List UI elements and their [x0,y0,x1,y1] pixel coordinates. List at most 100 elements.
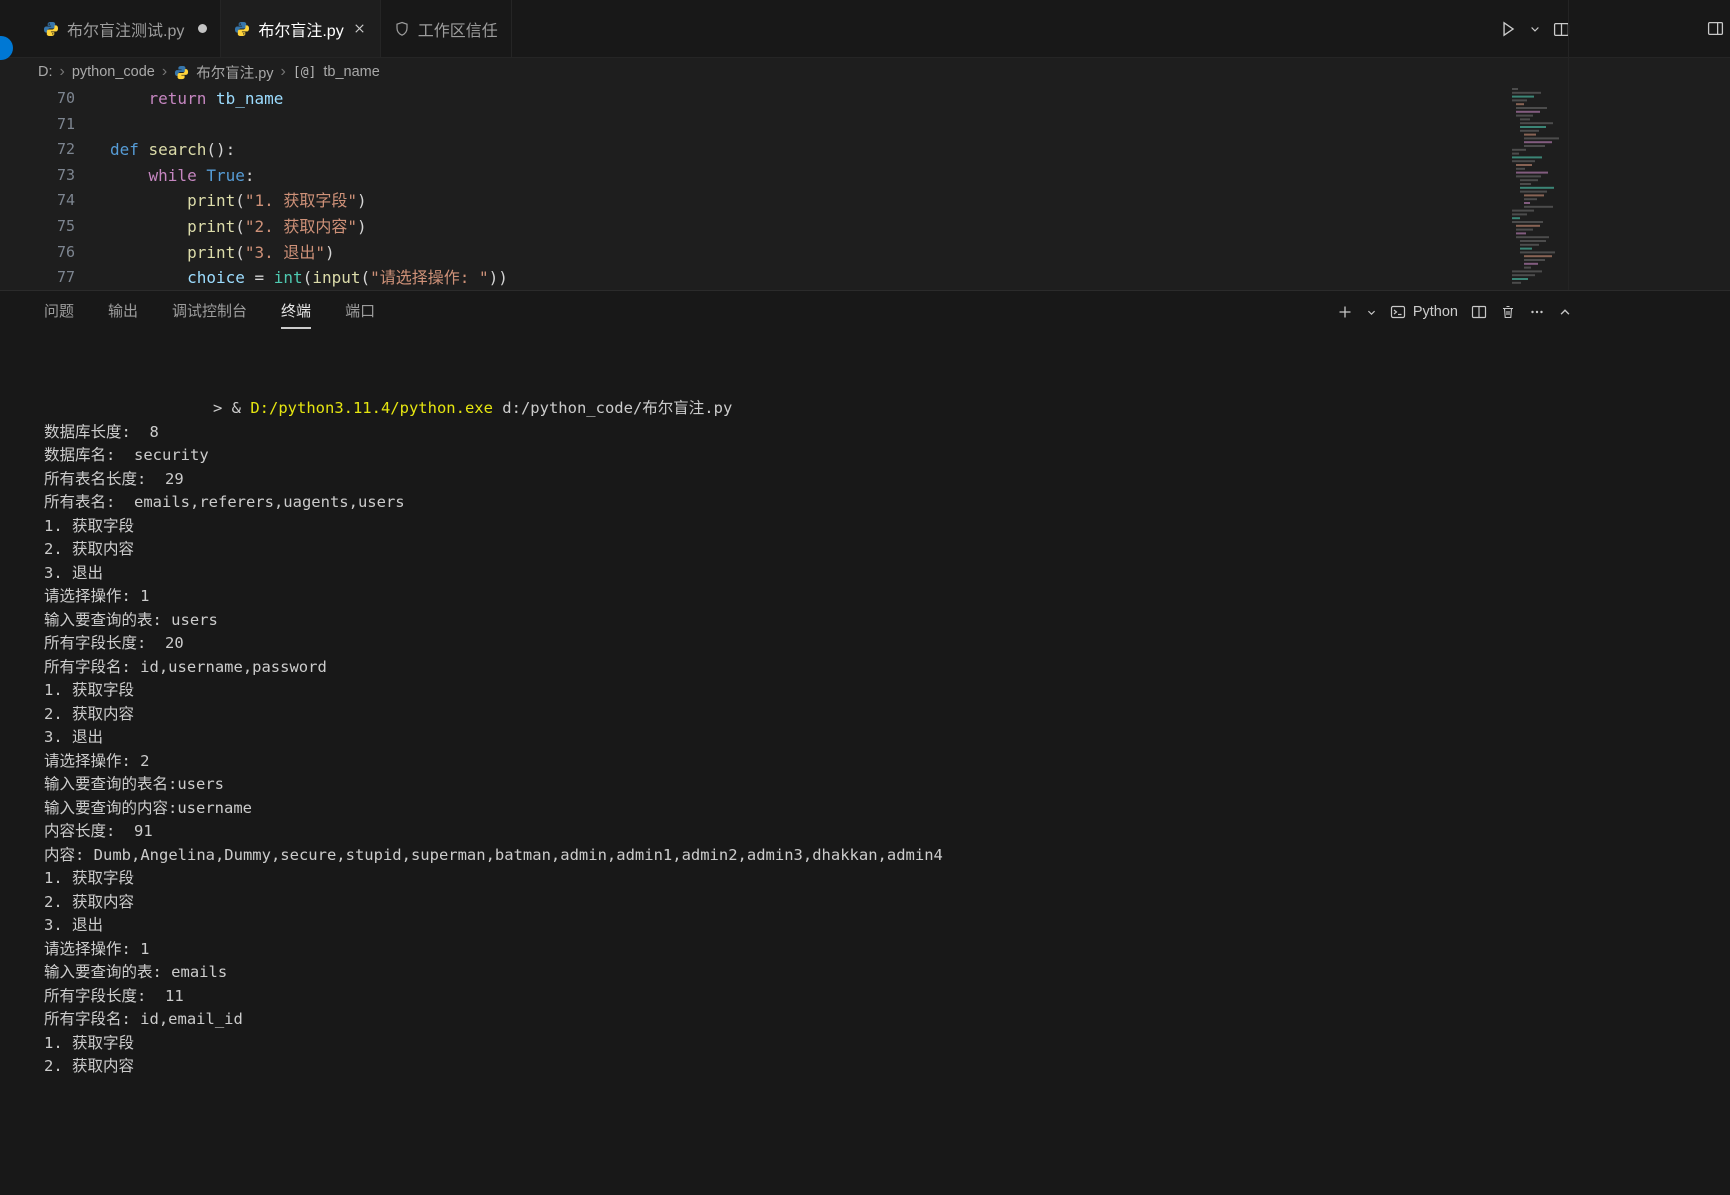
terminal-line: 1. 获取字段 [44,1033,134,1052]
maximize-panel-button[interactable] [1558,305,1572,319]
line-number: 72 [56,140,75,159]
more-actions-button[interactable] [1529,304,1545,320]
terminal-line: 请选择操作: 1 [44,587,150,605]
run-button[interactable] [1499,20,1517,38]
terminal-line: 内容长度: 91 [44,822,153,840]
terminal-line: 所有表名长度: 29 [44,469,184,488]
editor-tab-list: 布尔盲注测试.py 布尔盲注.py 工作区信任 [30,0,512,57]
line-number: 73 [56,165,75,184]
code-text: print("1. 获取字段") [187,191,367,211]
terminal-line: 所有表名: emails,referers,uagents,users [44,493,405,511]
terminal-line: 3. 退出 [44,563,103,582]
breadcrumb: D: › python_code › 布尔盲注.py › [@] tb_name [0,58,1568,86]
python-file-icon [174,65,189,80]
code-line: 74 print("1. 获取字段") [0,188,1568,214]
terminal-line: 请选择操作: 2 [44,751,150,770]
code-text: print("3. 退出") [187,242,335,262]
terminal-line: 数据库长度: 8 [44,422,159,441]
terminal-line: 输入要查询的表: users [44,610,218,629]
shell-name: Python [1412,304,1458,320]
code-line: 73 while True: [0,163,1568,189]
close-icon[interactable] [352,21,367,36]
terminal-line: 请选择操作: 1 [44,939,150,958]
terminal-line: 输入要查询的表名:users [44,775,224,793]
shield-icon [394,21,410,37]
line-number: 70 [56,89,75,107]
terminal-line: 2. 获取内容 [44,540,134,558]
editor-lines: 70 return tb_name 71 72 def search(): 73 whi… [0,86,1568,290]
terminal-profile-chevron-icon[interactable] [1366,307,1377,318]
line-number: 71 [56,114,75,133]
terminal-line: 3. 退出 [44,728,103,746]
code-editor[interactable]: 70 return tb_name 71 72 def search(): 73 whi… [0,86,1568,290]
breadcrumb-symbol[interactable]: tb_name [323,64,379,80]
bottom-panel: 问题 输出 调试控制台 终端 端口 Python > & D:/python3.… [0,290,1730,1195]
tab-label: 布尔盲注.py [258,22,344,40]
python-file-icon [234,21,250,37]
run-dropdown-chevron-icon[interactable] [1529,23,1541,35]
kill-terminal-button[interactable] [1500,304,1516,320]
code-text: while True: [148,165,255,185]
terminal-line: 2. 获取内容 [44,892,134,911]
panel-header: 问题 输出 调试控制台 终端 端口 Python [0,291,1730,333]
modified-dot-icon [198,24,208,33]
chevron-right-icon: › [280,63,286,80]
panel-actions: Python [1337,291,1572,333]
code-line: 71 [0,112,1568,138]
python-file-icon [43,21,59,37]
line-number: 76 [56,242,75,261]
tab-blind-injection[interactable]: 布尔盲注.py [221,0,381,57]
terminal-icon [1390,304,1406,320]
tab-workspace-trust[interactable]: 工作区信任 [380,0,512,57]
split-terminal-button[interactable] [1471,304,1487,320]
code-line: 77 choice = int(input("请选择操作: ")) [0,265,1568,290]
editor-actions [1499,0,1570,58]
terminal-line: > & D:/python3.11.4/python.exe d:/python… [213,399,733,417]
code-line: 70 return tb_name [0,86,1568,112]
terminal-line: 输入要查询的内容:username [44,798,252,817]
symbol-variable-icon: [@] [292,64,317,80]
terminal-line: 所有字段名: id,email_id [44,1010,243,1028]
terminal-line: 1. 获取字段 [44,869,134,887]
terminal-line: 2. 获取内容 [44,704,134,723]
breadcrumb-drive[interactable]: D: [38,64,53,80]
panel-tab-list: 问题 输出 调试控制台 终端 端口 [44,291,409,333]
breadcrumb-folder[interactable]: python_code [72,64,155,80]
code-text: print("2. 获取内容") [187,216,367,236]
terminal-line: 所有字段长度: 20 [44,634,184,652]
tab-label: 布尔盲注测试.py [67,22,185,40]
terminal-line: 所有字段长度: 11 [44,986,184,1005]
code-line: 72 def search(): [0,137,1568,163]
terminal-line: 输入要查询的表: emails [44,963,228,981]
terminal-shell-label[interactable]: Python [1390,304,1458,320]
terminal-output[interactable]: > & D:/python3.11.4/python.exe d:/python… [0,333,1730,1079]
line-number: 77 [56,268,75,287]
terminal-line: 所有字段名: id,username,password [44,657,327,676]
layout-panel-icon[interactable] [1707,20,1724,37]
terminal-line: 3. 退出 [44,916,103,934]
terminal-line: 2. 获取内容 [44,1057,134,1075]
code-line: 75 print("2. 获取内容") [0,214,1568,240]
panel-tab-ports[interactable]: 端口 [345,291,375,333]
code-text: choice = int(input("请选择操作: ")) [187,268,508,288]
minimap[interactable] [1510,86,1568,290]
minimap-svg [1512,88,1559,284]
code-line: 76 print("3. 退出") [0,240,1568,266]
terminal-line: 内容: Dumb,Angelina,Dummy,secure,stupid,su… [44,845,943,864]
panel-tab-problems[interactable]: 问题 [44,291,74,333]
tab-blind-injection-test[interactable]: 布尔盲注测试.py [30,0,222,57]
line-number: 74 [56,191,75,210]
code-text: return tb_name [148,89,284,108]
panel-tab-output[interactable]: 输出 [108,291,138,333]
code-text: def search(): [110,140,236,160]
tab-bar: 布尔盲注测试.py 布尔盲注.py 工作区信任 [0,0,1730,58]
chevron-right-icon: › [59,63,65,80]
terminal-line: 1. 获取字段 [44,516,134,535]
chevron-right-icon: › [161,63,168,80]
breadcrumb-file[interactable]: 布尔盲注.py [196,62,273,83]
new-terminal-button[interactable] [1337,304,1353,320]
terminal-line: 数据库名: security [44,446,209,464]
panel-tab-debug-console[interactable]: 调试控制台 [172,291,247,333]
terminal-line: 1. 获取字段 [44,681,134,699]
panel-tab-terminal[interactable]: 终端 [281,291,312,333]
